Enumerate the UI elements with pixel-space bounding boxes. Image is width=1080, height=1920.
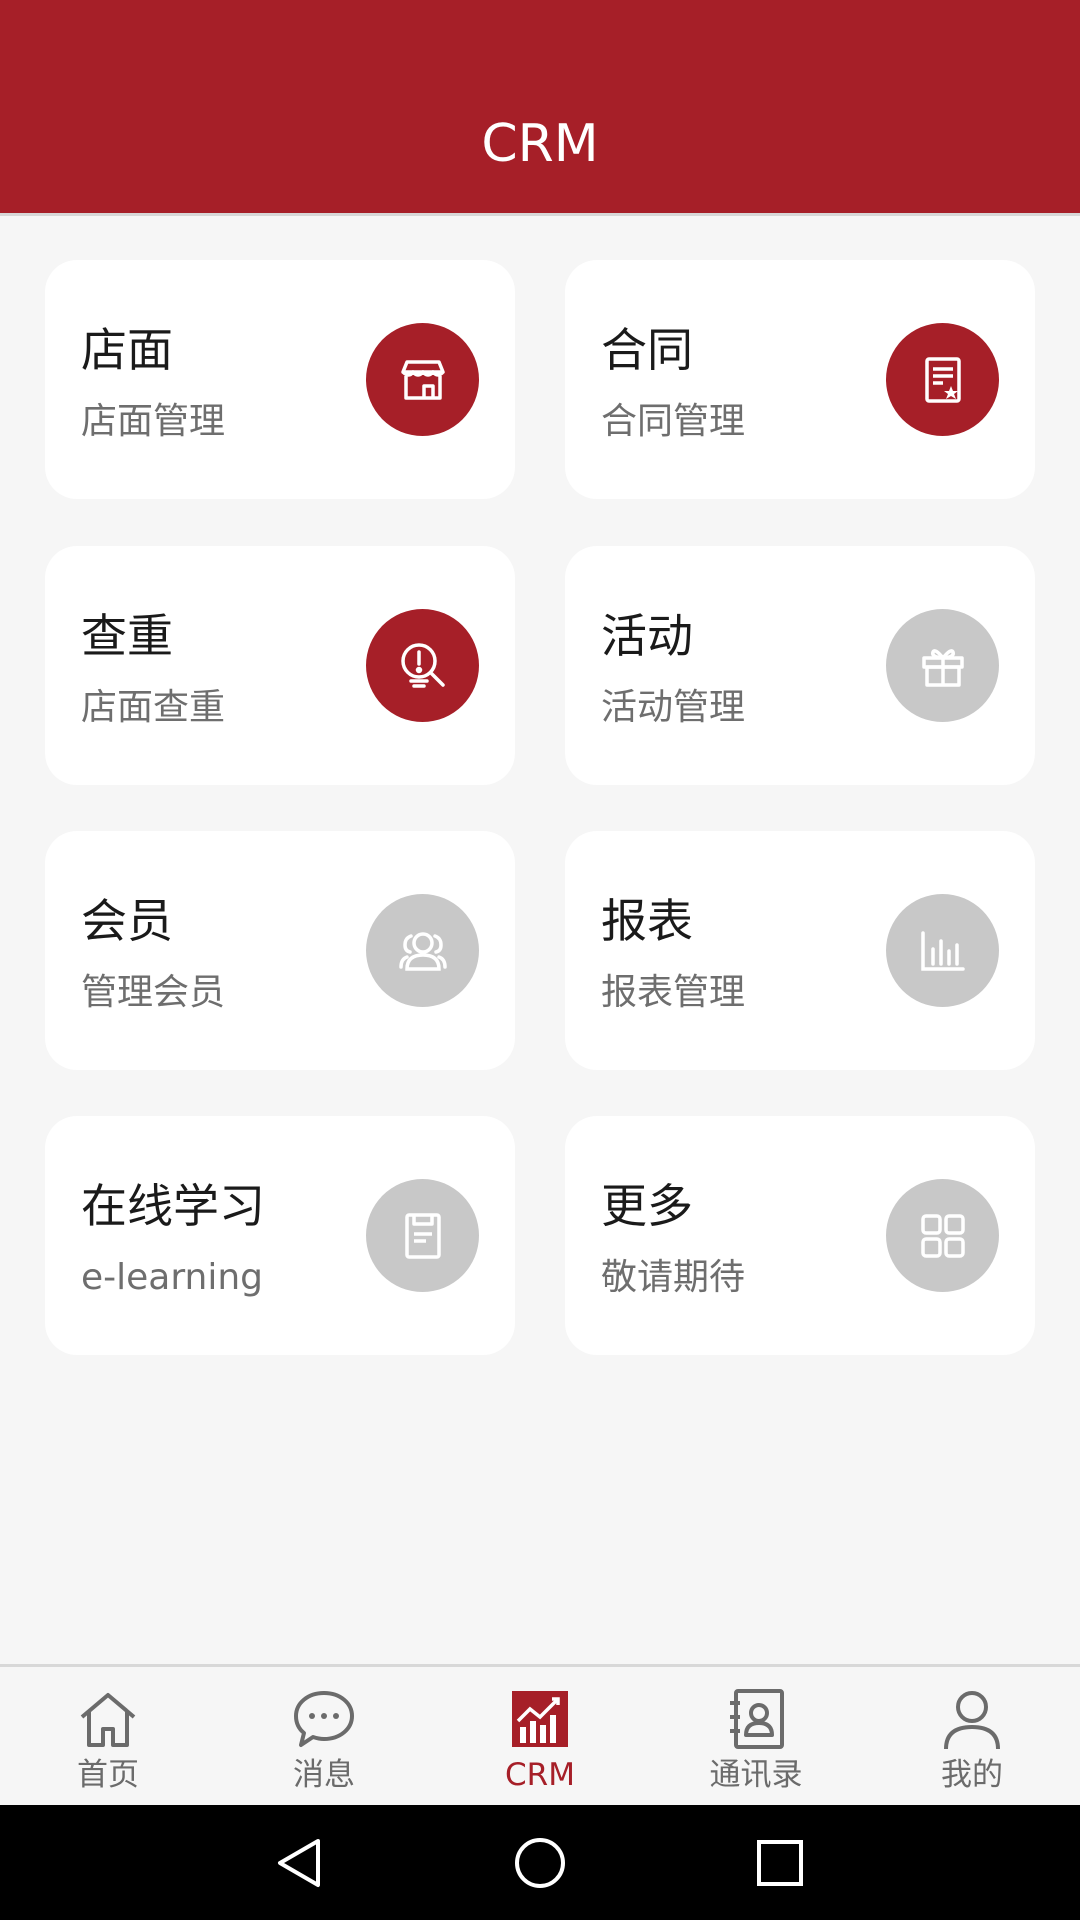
gift-icon <box>886 609 999 722</box>
card-subtitle: 活动管理 <box>601 687 746 728</box>
card-storefront[interactable]: 店面 店面管理 <box>45 260 515 499</box>
card-activity[interactable]: 活动 活动管理 <box>565 546 1035 785</box>
document-icon <box>366 1179 479 1292</box>
person-icon <box>944 1691 1000 1750</box>
home-circle-icon[interactable] <box>512 1835 568 1891</box>
grid-icon <box>886 1179 999 1292</box>
bar-chart-icon <box>886 894 999 1007</box>
tab-messages[interactable]: 消息 <box>216 1667 432 1808</box>
card-title: 报表 <box>601 894 693 948</box>
back-icon[interactable] <box>272 1835 328 1891</box>
chart-icon <box>512 1691 568 1747</box>
page-title: CRM <box>481 114 599 174</box>
card-reports[interactable]: 报表 报表管理 <box>565 831 1035 1070</box>
card-more[interactable]: 更多 敬请期待 <box>565 1116 1035 1355</box>
card-title: 活动 <box>601 609 693 663</box>
tab-contacts[interactable]: 通讯录 <box>648 1667 864 1808</box>
tab-label: 消息 <box>293 1757 355 1793</box>
card-subtitle: 店面查重 <box>81 687 226 728</box>
card-subtitle: e-learning <box>81 1257 264 1298</box>
card-title: 更多 <box>601 1179 693 1233</box>
card-subtitle: 敬请期待 <box>601 1257 746 1298</box>
tab-label: 我的 <box>941 1757 1003 1793</box>
chat-icon <box>294 1691 354 1747</box>
card-title: 在线学习 <box>81 1179 265 1233</box>
members-icon <box>366 894 479 1007</box>
card-subtitle: 合同管理 <box>601 401 746 442</box>
card-subtitle: 管理会员 <box>81 972 226 1013</box>
storefront-icon <box>366 323 479 436</box>
card-members[interactable]: 会员 管理会员 <box>45 831 515 1070</box>
alert-search-icon <box>366 609 479 722</box>
tab-home[interactable]: 首页 <box>0 1667 216 1808</box>
card-duplicate-check[interactable]: 查重 店面查重 <box>45 546 515 785</box>
card-title: 查重 <box>81 609 173 663</box>
card-subtitle: 报表管理 <box>601 972 746 1013</box>
card-subtitle: 店面管理 <box>81 401 226 442</box>
tab-crm[interactable]: CRM <box>432 1667 648 1808</box>
contacts-icon <box>730 1689 784 1749</box>
tab-label: CRM <box>505 1757 575 1793</box>
tab-label: 首页 <box>77 1757 139 1793</box>
home-icon <box>80 1693 136 1747</box>
card-elearning[interactable]: 在线学习 e-learning <box>45 1116 515 1355</box>
card-title: 店面 <box>81 323 173 377</box>
card-title: 合同 <box>601 323 693 377</box>
card-contract[interactable]: 合同 合同管理 <box>565 260 1035 499</box>
system-nav-bar <box>0 1805 1080 1920</box>
recents-icon[interactable] <box>752 1835 808 1891</box>
app-header: CRM <box>0 0 1080 216</box>
tab-label: 通讯录 <box>709 1757 803 1793</box>
contract-icon <box>886 323 999 436</box>
tab-me[interactable]: 我的 <box>864 1667 1080 1808</box>
card-title: 会员 <box>81 894 173 948</box>
bottom-tab-bar: 首页 消息 CRM 通讯录 我的 <box>0 1664 1080 1808</box>
